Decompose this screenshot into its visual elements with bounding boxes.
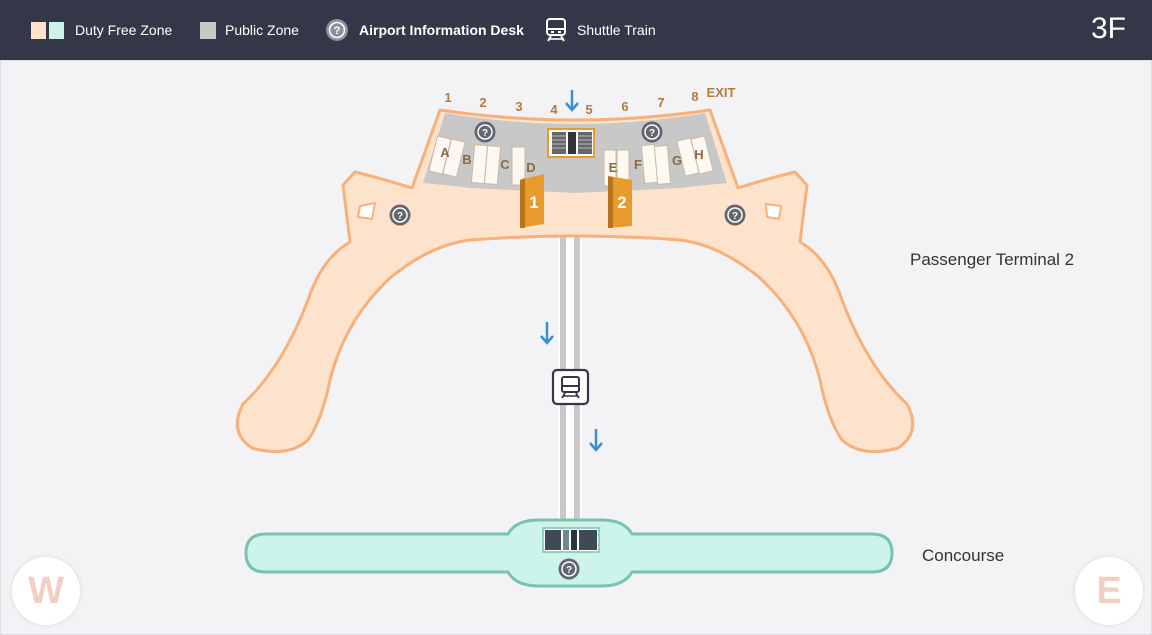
concourse-label: Concourse (922, 546, 1005, 565)
compass-west: W (12, 557, 80, 625)
svg-text:?: ? (732, 211, 738, 222)
terminal-map: A B C D E F G H 1 2 1 2 3 4 5 6 7 8 EXIT… (235, 85, 915, 588)
shuttle-train-icon (551, 368, 590, 406)
info-desk-icon: ? (724, 204, 746, 226)
svg-text:?: ? (482, 128, 488, 139)
gate-label: 3 (515, 99, 522, 114)
exit-label: EXIT (707, 85, 736, 100)
arrow-down-icon (540, 322, 554, 345)
counter-label: A (440, 145, 450, 160)
info-desk-icon: ? (474, 121, 496, 143)
gate-label: 5 (585, 102, 592, 117)
gate-label: 8 (691, 89, 698, 104)
counter-label: G (672, 153, 682, 168)
counter-label: D (526, 160, 535, 175)
escalator-concourse (542, 527, 600, 553)
checkpoint-2: 2 (608, 176, 632, 228)
counter-label: E (609, 160, 618, 175)
counter-label: F (634, 157, 642, 172)
svg-text:?: ? (649, 128, 655, 139)
gate-label: 1 (444, 90, 451, 105)
svg-text:?: ? (397, 211, 403, 222)
counter-label: C (500, 157, 510, 172)
escalator-terminal (547, 128, 595, 158)
counter-label: H (694, 147, 703, 162)
compass-east: E (1075, 557, 1143, 625)
checkpoint-1: 1 (520, 174, 544, 228)
info-desk-icon: ? (389, 204, 411, 226)
info-desk-icon: ? (558, 558, 580, 580)
gate-label: 6 (621, 99, 628, 114)
gate-label: 7 (657, 95, 664, 110)
terminal-label: Passenger Terminal 2 (910, 250, 1075, 269)
counter-label: B (462, 152, 471, 167)
arrow-down-icon (589, 429, 603, 452)
kiosk-east (764, 202, 783, 221)
kiosk-west (356, 201, 377, 221)
info-desk-icon: ? (641, 121, 663, 143)
gate-label: 4 (550, 102, 558, 117)
gate-label: 2 (479, 95, 486, 110)
svg-text:?: ? (566, 565, 572, 576)
arrow-down-icon (565, 90, 579, 112)
checkpoint-label: 2 (617, 193, 626, 212)
checkpoint-label: 1 (529, 193, 538, 212)
